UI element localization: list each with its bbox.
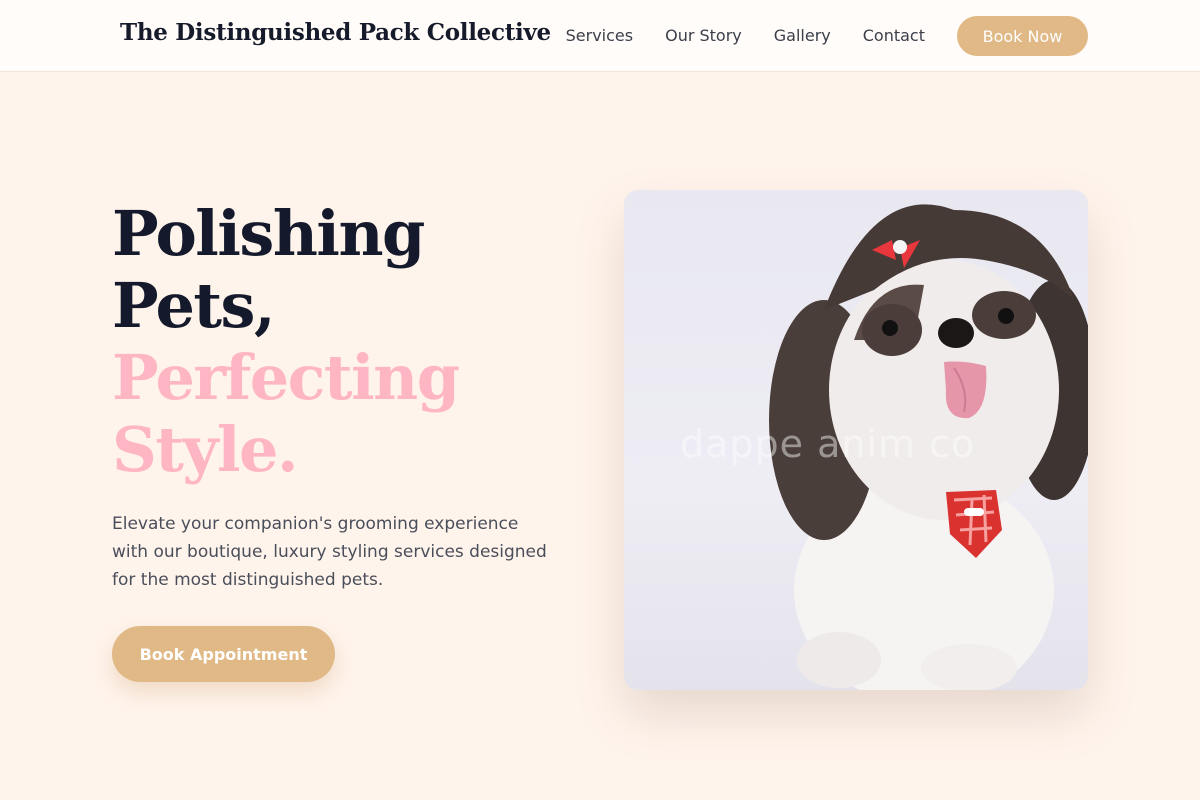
hero-title-line-2: Pets,	[112, 269, 276, 342]
nav-links: Services Our Story Gallery Contact Book …	[566, 16, 1088, 56]
image-watermark: dappe anim co	[680, 422, 976, 466]
nav-link-gallery[interactable]: Gallery	[774, 16, 831, 56]
hero-title-line-3: Perfecting	[112, 341, 460, 414]
hero-dog-photo: dappe anim co	[624, 190, 1088, 690]
nav-link-contact[interactable]: Contact	[863, 16, 925, 56]
nav-link-services[interactable]: Services	[566, 16, 633, 56]
hero-title: Polishing Pets, Perfecting Style.	[112, 197, 460, 486]
brand-logo[interactable]: The Distinguished Pack Collective	[120, 19, 551, 46]
book-now-button[interactable]: Book Now	[957, 16, 1088, 56]
hero-subtitle: Elevate your companion's grooming experi…	[112, 514, 547, 590]
nav-link-our-story[interactable]: Our Story	[665, 16, 742, 56]
hero-title-line-4: Style.	[112, 413, 299, 486]
hero-title-line-1: Polishing	[112, 197, 425, 270]
book-appointment-button[interactable]: Book Appointment	[112, 626, 335, 682]
top-navigation: The Distinguished Pack Collective Servic…	[0, 0, 1200, 72]
